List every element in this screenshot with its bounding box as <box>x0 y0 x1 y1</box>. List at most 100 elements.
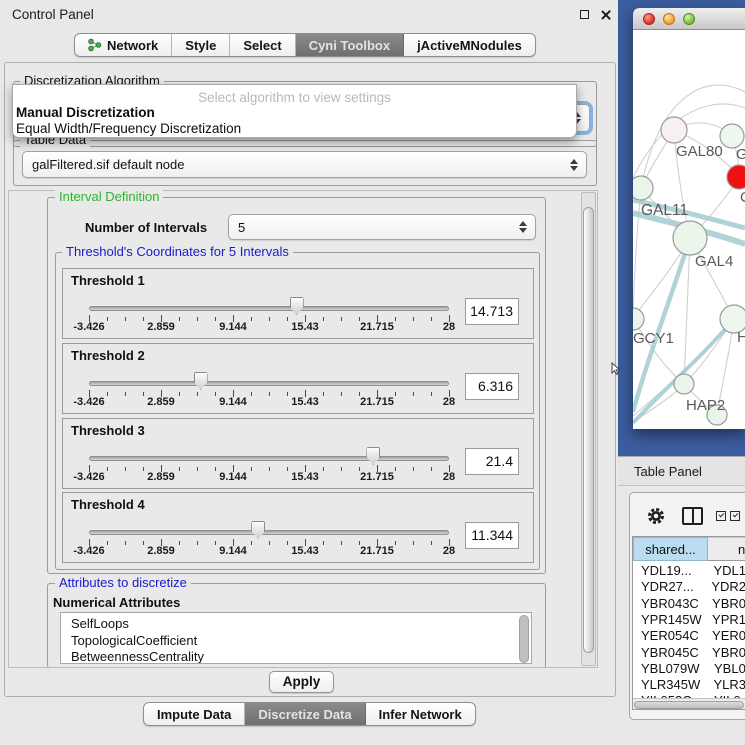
tab-impute-data[interactable]: Impute Data <box>144 703 245 725</box>
table-row[interactable]: YDL19...YDL1 <box>633 563 745 580</box>
table-horizontal-scrollbar[interactable] <box>633 698 745 710</box>
network-window-titlebar[interactable] <box>633 8 745 30</box>
threshold-name: Threshold 2 <box>71 348 145 363</box>
table-row[interactable]: YBL079WYBL0 <box>633 661 745 678</box>
slider-scale-label: 9.144 <box>219 321 247 333</box>
slider-tick <box>359 317 360 321</box>
threshold-value-field[interactable]: 6.316 <box>465 373 519 400</box>
slider-tick <box>395 467 396 471</box>
network-graph[interactable]: GAL80GACGAL11GAL4GCY1HHAP2 <box>633 30 745 429</box>
popup-option-manual[interactable]: Manual Discretization <box>16 105 155 120</box>
tab-style[interactable]: Style <box>172 34 230 56</box>
table-row[interactable]: YDR27...YDR2 <box>633 579 745 596</box>
slider-scale-label: 9.144 <box>219 545 247 557</box>
minimize-traffic-light-icon[interactable] <box>663 13 675 25</box>
tab-label: Network <box>107 38 158 53</box>
attributes-scrollbar[interactable] <box>519 615 529 663</box>
scrollbar-thumb[interactable] <box>583 207 594 653</box>
table-row[interactable]: YBR043CYBR0 <box>633 596 745 613</box>
threshold-panel-4: Threshold 4-3.4262.8599.14415.4321.71528… <box>62 492 534 563</box>
tab-network[interactable]: Network <box>75 34 172 56</box>
threshold-value-field[interactable]: 21.4 <box>465 448 519 475</box>
threshold-slider-thumb[interactable] <box>251 521 265 539</box>
tab-jactivemnodules[interactable]: jActiveMNodules <box>404 34 535 56</box>
threshold-slider-thumb[interactable] <box>194 372 208 390</box>
network-node[interactable] <box>633 176 653 200</box>
float-window-icon[interactable] <box>580 10 589 19</box>
slider-tick <box>395 392 396 396</box>
numerical-attributes-list[interactable]: SelfLoops TopologicalCoefficientBetweenne… <box>60 612 532 664</box>
threshold-slider-track[interactable] <box>89 456 449 461</box>
slider-tick <box>269 541 270 545</box>
network-node[interactable] <box>673 221 707 255</box>
threshold-slider-track[interactable] <box>89 306 449 311</box>
apply-button[interactable]: Apply <box>269 671 334 693</box>
slider-tick <box>125 392 126 396</box>
cell-name: YDL1 <box>707 563 745 580</box>
slider-tick <box>413 317 414 321</box>
network-canvas[interactable]: GAL80GACGAL11GAL4GCY1HHAP2 <box>633 30 745 429</box>
cell-shared-name: YPR145W <box>633 612 706 629</box>
threshold-slider-track[interactable] <box>89 530 449 535</box>
gear-icon[interactable] <box>645 505 667 527</box>
num-intervals-combo[interactable]: 5 <box>228 214 536 240</box>
cell-shared-name: YBR043C <box>633 596 706 613</box>
node-table: shared... na YDL19...YDL1YDR27...YDR2YBR… <box>632 536 745 710</box>
slider-tick <box>287 467 288 471</box>
network-node[interactable] <box>661 117 687 143</box>
cell-name: YDR2 <box>705 579 745 596</box>
slider-scale-label: 21.715 <box>360 396 394 408</box>
threshold-panel-3: Threshold 3-3.4262.8599.14415.4321.71528… <box>62 418 534 489</box>
settings-vertical-scrollbar[interactable] <box>581 192 596 666</box>
slider-scale-label: 15.43 <box>291 396 319 408</box>
network-edge[interactable] <box>633 188 641 319</box>
tab-discretize-data[interactable]: Discretize Data <box>245 703 365 725</box>
threshold-slider-thumb[interactable] <box>366 447 380 465</box>
thresholds-group-title: Threshold's Coordinates for 5 Intervals <box>62 245 293 259</box>
tab-select[interactable]: Select <box>230 34 295 56</box>
table-row[interactable]: YPR145WYPR1 <box>633 612 745 629</box>
slider-tick <box>107 467 108 471</box>
list-item[interactable]: BetweennessCentrality <box>71 649 204 664</box>
slider-tick <box>179 467 180 471</box>
cell-shared-name: YLR345W <box>633 677 707 694</box>
slider-scale-label: 21.715 <box>360 471 394 483</box>
slider-tick <box>269 392 270 396</box>
list-item[interactable]: SelfLoops <box>71 616 129 631</box>
network-icon <box>88 38 102 52</box>
list-item[interactable]: TopologicalCoefficient <box>71 633 197 648</box>
close-traffic-light-icon[interactable] <box>643 13 655 25</box>
threshold-value-field[interactable]: 11.344 <box>465 522 519 549</box>
slider-scale-label: -3.426 <box>73 471 104 483</box>
table-row[interactable]: YBR045CYBR0 <box>633 645 745 662</box>
slider-tick <box>341 541 342 545</box>
network-node-label: GAL80 <box>676 143 723 160</box>
checkbox-icon[interactable] <box>716 511 726 521</box>
scrollbar-thumb[interactable] <box>634 701 744 709</box>
checkbox-icon[interactable] <box>730 511 740 521</box>
network-node[interactable] <box>633 308 644 330</box>
table-row[interactable]: YER054CYER0 <box>633 628 745 645</box>
slider-scale-label: 9.144 <box>219 471 247 483</box>
network-node[interactable] <box>674 374 694 394</box>
column-header-name[interactable]: na <box>708 537 745 561</box>
slider-tick <box>179 541 180 545</box>
table-data-combo[interactable]: galFiltered.sif default node <box>22 151 587 178</box>
zoom-traffic-light-icon[interactable] <box>683 13 695 25</box>
column-layout-icon[interactable] <box>682 507 703 525</box>
threshold-slider-track[interactable] <box>89 381 449 386</box>
popup-option-equal-width[interactable]: Equal Width/Frequency Discretization <box>16 121 241 136</box>
column-header-shared-name[interactable]: shared... <box>633 537 708 561</box>
slider-scale-label: 2.859 <box>147 396 175 408</box>
tab-infer-network[interactable]: Infer Network <box>366 703 475 725</box>
threshold-slider-thumb[interactable] <box>290 297 304 315</box>
network-node[interactable] <box>720 124 744 148</box>
network-node[interactable] <box>727 165 745 189</box>
tab-cyni-toolbox[interactable]: Cyni Toolbox <box>296 34 404 56</box>
threshold-value-field[interactable]: 14.713 <box>465 298 519 325</box>
slider-tick <box>197 392 198 396</box>
close-icon[interactable] <box>600 9 611 20</box>
slider-tick <box>323 392 324 396</box>
table-row[interactable]: YLR345WYLR3 <box>633 677 745 694</box>
slider-tick <box>431 541 432 545</box>
